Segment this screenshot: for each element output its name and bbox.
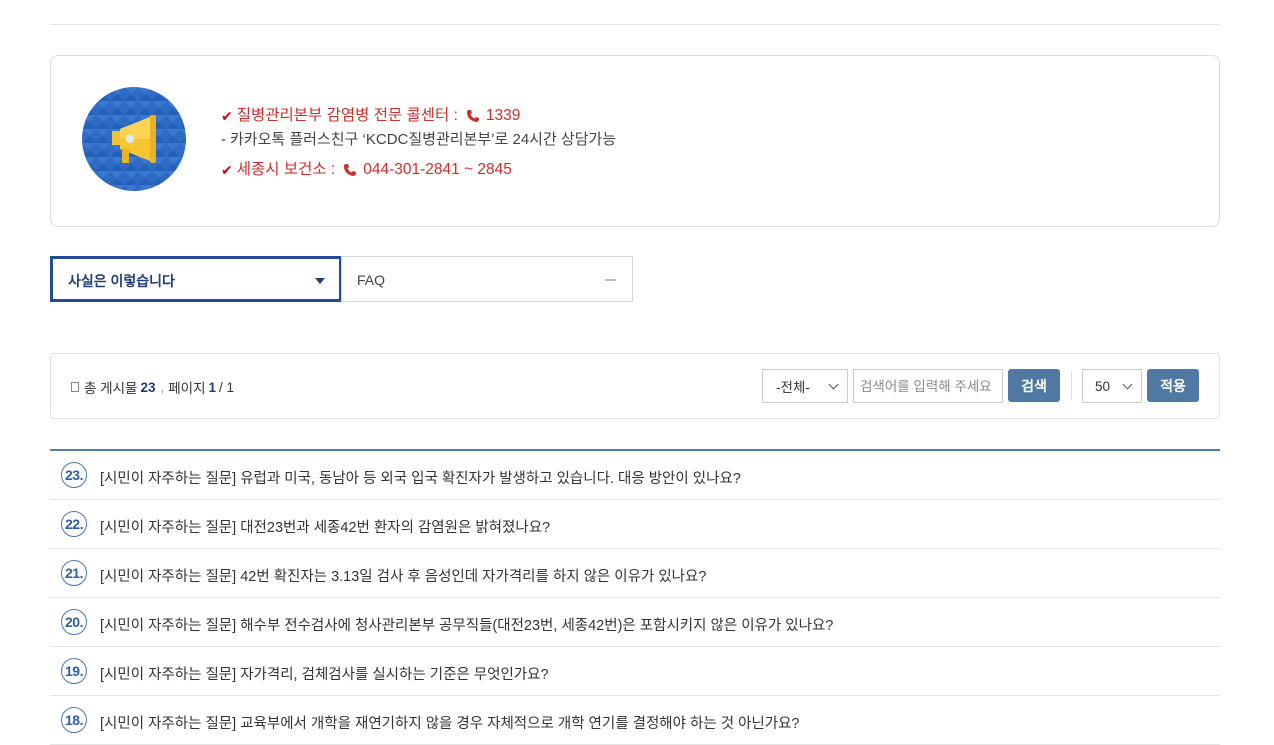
search-bar: 총 게시물 23 , 페이지 1 / 1 -전체- 검색 50 적용 xyxy=(50,353,1220,419)
category-dropdown-label: 사실은 이렇습니다 xyxy=(68,273,175,289)
post-title-link[interactable]: [시민이 자주하는 질문] 해수부 전수검사에 청사관리본부 공무직들(대전23… xyxy=(100,614,833,635)
health-center-label: 세종시 보건소 : xyxy=(236,161,336,178)
check-icon: ✔ xyxy=(221,162,233,178)
total-count: 23 xyxy=(140,379,156,395)
page-size-select[interactable]: 50 xyxy=(1082,369,1142,403)
post-number-badge: 20. xyxy=(61,609,87,635)
post-list: 23. [시민이 자주하는 질문] 유럽과 미국, 동남아 등 외국 입국 확진… xyxy=(50,449,1220,745)
list-item[interactable]: 22. [시민이 자주하는 질문] 대전23번과 세종42번 환자의 감염원은 … xyxy=(50,500,1220,549)
divider xyxy=(1071,372,1072,400)
hotline-line: ✔ 질병관리본부 감염병 전문 콜센터 : 1339 xyxy=(221,104,616,128)
caret-down-icon xyxy=(315,278,325,284)
list-item[interactable]: 20. [시민이 자주하는 질문] 해수부 전수검사에 청사관리본부 공무직들(… xyxy=(50,598,1220,647)
phone-icon xyxy=(466,110,479,122)
megaphone-icon xyxy=(82,87,186,191)
category-dropdown[interactable]: 사실은 이렇습니다 xyxy=(50,256,342,302)
search-input[interactable] xyxy=(853,369,1003,403)
chevron-down-icon xyxy=(828,379,839,390)
post-count: 총 게시물 23 , 페이지 1 / 1 xyxy=(71,377,234,397)
page-current: 1 xyxy=(208,379,217,395)
post-title-link[interactable]: [시민이 자주하는 질문] 교육부에서 개학을 재연기하지 않을 경우 자체적으… xyxy=(100,712,800,733)
post-number-badge: 18. xyxy=(61,707,87,733)
tab-faq[interactable]: FAQ xyxy=(341,256,633,302)
top-toolbar-icons: ★ xyxy=(900,0,1180,6)
list-item[interactable]: 23. [시민이 자주하는 질문] 유럽과 미국, 동남아 등 외국 입국 확진… xyxy=(50,451,1220,500)
post-number-badge: 21. xyxy=(61,560,87,586)
apply-button[interactable]: 적용 xyxy=(1147,369,1199,402)
page-total: 1 xyxy=(226,379,235,395)
star-icon[interactable]: ★ xyxy=(1145,0,1156,2)
list-item[interactable]: 18. [시민이 자주하는 질문] 교육부에서 개학을 재연기하지 않을 경우 … xyxy=(50,696,1220,745)
post-number-badge: 23. xyxy=(61,462,87,488)
post-title-link[interactable]: [시민이 자주하는 질문] 자가격리, 검체검사를 실시하는 기준은 무엇인가요… xyxy=(100,663,549,684)
top-divider xyxy=(50,24,1220,25)
tab-faq-label: FAQ xyxy=(357,272,386,288)
kakao-line: - 카카오톡 플러스친구 ‘KCDC질병관리본부’로 24시간 상담가능 xyxy=(221,128,616,152)
phone-icon xyxy=(344,164,357,176)
list-item[interactable]: 21. [시민이 자주하는 질문] 42번 확진자는 3.13일 검사 후 음성… xyxy=(50,549,1220,598)
post-title-link[interactable]: [시민이 자주하는 질문] 유럽과 미국, 동남아 등 외국 입국 확진자가 발… xyxy=(100,467,741,488)
post-number-badge: 22. xyxy=(61,511,87,537)
hotline-label: 질병관리본부 감염병 전문 콜센터 : xyxy=(236,107,458,124)
post-title-link[interactable]: [시민이 자주하는 질문] 대전23번과 세종42번 환자의 감염원은 밝혀졌나… xyxy=(100,516,550,537)
hotline-number[interactable]: 1339 xyxy=(486,104,520,128)
check-icon: ✔ xyxy=(221,108,233,124)
list-item[interactable]: 19. [시민이 자주하는 질문] 자가격리, 검체검사를 실시하는 기준은 무… xyxy=(50,647,1220,696)
health-center-line: ✔ 세종시 보건소 : 044-301-2841 ~ 2845 xyxy=(221,158,616,182)
minus-icon xyxy=(605,279,616,281)
kakao-text: 카카오톡 플러스친구 ‘KCDC질병관리본부’로 24시간 상담가능 xyxy=(230,131,617,148)
health-center-number[interactable]: 044-301-2841 ~ 2845 xyxy=(363,158,512,182)
search-scope-select[interactable]: -전체- xyxy=(762,369,848,403)
notice-box: ✔ 질병관리본부 감염병 전문 콜센터 : 1339 - 카카오톡 플러스친구 … xyxy=(50,55,1220,227)
post-number-badge: 19. xyxy=(61,658,87,684)
post-title-link[interactable]: [시민이 자주하는 질문] 42번 확진자는 3.13일 검사 후 음성인데 자… xyxy=(100,565,706,586)
document-icon xyxy=(71,382,79,392)
search-button[interactable]: 검색 xyxy=(1008,369,1060,402)
chevron-down-icon xyxy=(1122,379,1133,390)
